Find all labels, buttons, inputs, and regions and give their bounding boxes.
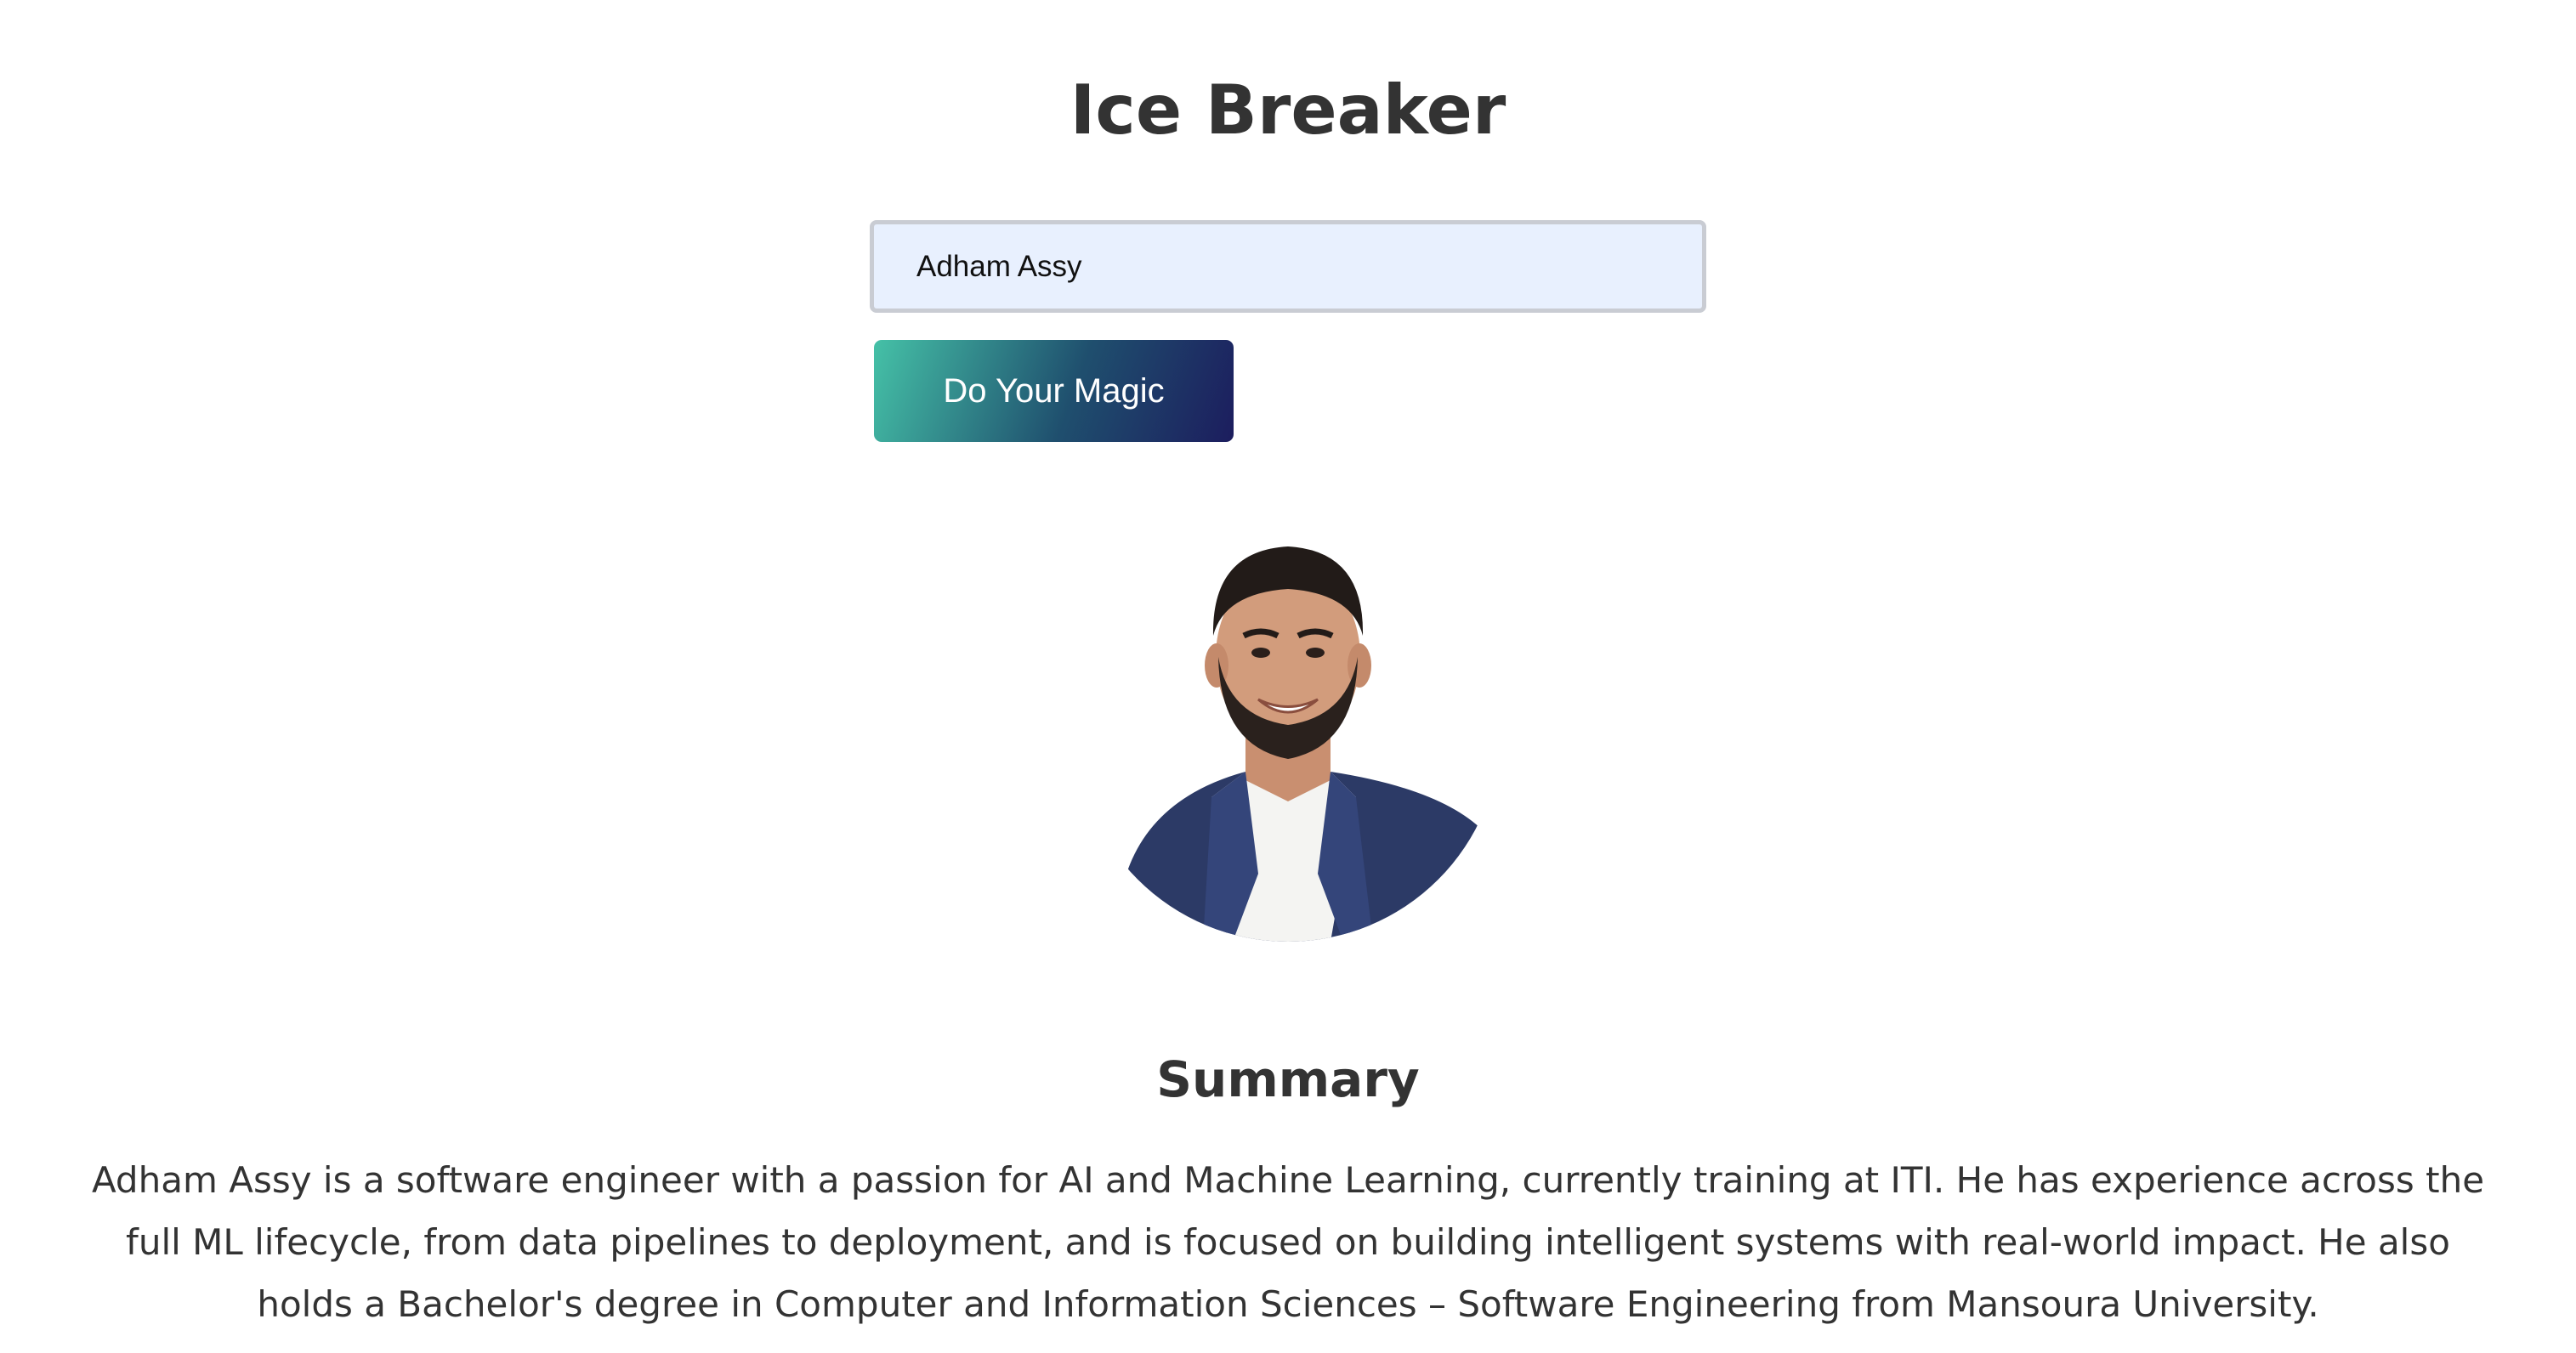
summary-text: Adham Assy is a software engineer with a… (91, 1159, 2485, 1325)
summary-heading: Summary (1156, 1050, 1420, 1108)
profile-photo-icon (1075, 517, 1501, 942)
page-title: Ice Breaker (1070, 71, 1506, 150)
profile-avatar (1075, 517, 1501, 942)
name-input[interactable] (870, 220, 1706, 313)
page: Ice Breaker Do Your Magic (0, 0, 2576, 1353)
do-your-magic-button[interactable]: Do Your Magic (874, 340, 1234, 442)
